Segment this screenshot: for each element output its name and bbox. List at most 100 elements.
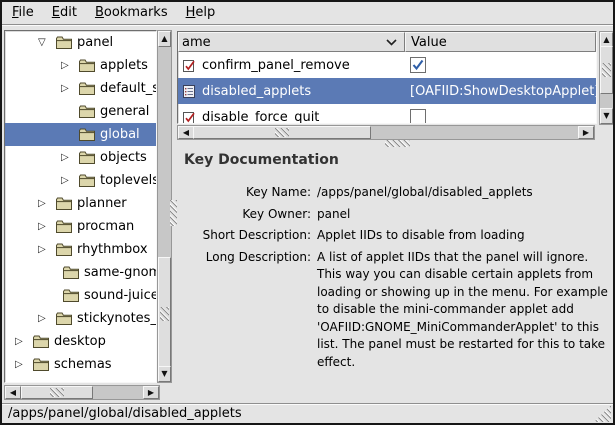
key-list-horizontal-scrollbar[interactable]: ◀ ▶	[177, 125, 595, 140]
expander-closed-icon[interactable]: ▷	[15, 360, 33, 370]
expander-closed-icon[interactable]: ▷	[61, 176, 79, 186]
tree-item-objects[interactable]: ▷ objects	[5, 146, 156, 169]
expander-closed-icon[interactable]: ▷	[15, 337, 33, 347]
folder-icon	[79, 82, 95, 95]
scroll-up-button[interactable]: ▲	[158, 31, 171, 47]
tree-item-global-selected[interactable]: global	[5, 123, 156, 146]
tree-item-default-setup[interactable]: ▷ default_se	[5, 77, 156, 100]
scrollbar-thumb[interactable]	[193, 126, 371, 139]
folder-icon	[56, 243, 72, 256]
expander-open-icon[interactable]: ▽	[38, 38, 56, 48]
key-name: confirm_panel_remove	[202, 58, 350, 73]
key-list-header: ame Value	[178, 32, 596, 52]
scroll-left-button[interactable]: ◀	[178, 126, 194, 139]
folder-icon	[79, 174, 95, 187]
column-header-name[interactable]: ame	[178, 32, 405, 52]
thumb-grip	[160, 307, 169, 321]
doc-field-long-description: Long Description: A list of applet IIDs …	[177, 249, 613, 372]
menu-bar: File Edit Bookmarks Help	[2, 2, 613, 25]
key-documentation-fields: Key Name: /apps/panel/global/disabled_ap…	[177, 184, 613, 375]
key-list: ame Value confirm_panel_remove	[177, 31, 597, 124]
key-name: disabled_applets	[202, 84, 311, 99]
key-row-disable-force-quit[interactable]: disable_force_quit	[178, 104, 596, 124]
tree-item-planner[interactable]: ▷ planner	[5, 192, 156, 215]
scrollbar-thumb[interactable]	[21, 386, 93, 399]
expander-closed-icon[interactable]: ▷	[38, 314, 56, 324]
sort-descending-icon	[386, 39, 397, 46]
arrow-left-icon: ◀	[183, 129, 189, 137]
arrow-right-icon: ▶	[583, 129, 589, 137]
tree-item-sound-juicer[interactable]: sound-juicer	[5, 284, 156, 307]
folder-icon	[33, 358, 49, 371]
arrow-up-icon: ▲	[603, 36, 609, 44]
tree-item-panel[interactable]: ▽ panel	[5, 31, 156, 54]
menu-bookmarks[interactable]: Bookmarks	[86, 3, 177, 23]
arrow-down-icon: ▼	[161, 370, 167, 378]
scroll-right-button[interactable]: ▶	[143, 386, 159, 399]
expander-closed-icon[interactable]: ▷	[38, 199, 56, 209]
folder-icon	[79, 105, 95, 118]
field-label: Key Name:	[177, 184, 311, 202]
tree-item-schemas[interactable]: ▷ schemas	[5, 353, 156, 376]
menu-file[interactable]: File	[3, 3, 43, 23]
tree-item-rhythmbox[interactable]: ▷ rhythmbox	[5, 238, 156, 261]
field-label: Long Description:	[177, 249, 311, 372]
vertical-pane-handle[interactable]	[170, 200, 177, 226]
folder-icon	[56, 197, 72, 210]
gconf-editor-window: File Edit Bookmarks Help ▽ panel ▷ apple…	[0, 0, 615, 425]
field-value: Applet IIDs to disable from loading	[317, 227, 611, 245]
field-label: Key Owner:	[177, 206, 311, 224]
tree-item-label: planner	[77, 196, 127, 211]
folder-icon	[63, 266, 79, 279]
expander-closed-icon[interactable]: ▷	[61, 84, 79, 94]
tree-horizontal-scrollbar[interactable]: ◀ ▶	[4, 385, 160, 400]
scroll-right-button[interactable]: ▶	[578, 126, 594, 139]
field-label: Short Description:	[177, 227, 311, 245]
tree-item-same-gnome[interactable]: same-gnome	[5, 261, 156, 284]
folder-icon	[79, 151, 95, 164]
scroll-down-button[interactable]: ▼	[600, 108, 613, 124]
key-list-vertical-scrollbar[interactable]: ▲ ▼	[599, 31, 614, 125]
column-header-value[interactable]: Value	[405, 32, 596, 52]
field-value: panel	[317, 206, 611, 224]
key-row-confirm-panel-remove[interactable]: confirm_panel_remove	[178, 52, 596, 78]
arrow-right-icon: ▶	[148, 389, 154, 397]
status-bar-path: /apps/panel/global/disabled_applets	[8, 406, 242, 421]
checkbox-checked[interactable]	[410, 57, 426, 73]
expander-closed-icon[interactable]: ▷	[61, 153, 79, 163]
tree-item-general[interactable]: general	[5, 100, 156, 123]
scrollbar-thumb[interactable]	[158, 257, 171, 371]
field-value: /apps/panel/global/disabled_applets	[317, 184, 611, 202]
tree-item-stickynotes[interactable]: ▷ stickynotes_	[5, 307, 156, 330]
scroll-left-button[interactable]: ◀	[5, 386, 21, 399]
arrow-up-icon: ▲	[161, 35, 167, 43]
tree-item-applets[interactable]: ▷ applets	[5, 54, 156, 77]
menu-help[interactable]: Help	[177, 3, 225, 23]
tree-item-label: objects	[100, 150, 147, 165]
menu-edit[interactable]: Edit	[43, 3, 86, 23]
tree-item-toplevels[interactable]: ▷ toplevels	[5, 169, 156, 192]
tree-item-label: stickynotes_	[77, 311, 157, 326]
scrollbar-thumb[interactable]	[600, 46, 613, 94]
key-name: disable_force_quit	[202, 110, 319, 125]
key-value: [OAFIID:ShowDesktopApplet]	[410, 84, 596, 99]
expander-closed-icon[interactable]: ▷	[38, 222, 56, 232]
scroll-down-button[interactable]: ▼	[158, 366, 171, 382]
arrow-left-icon: ◀	[10, 389, 16, 397]
boolean-key-icon	[182, 110, 196, 125]
window-resize-grip[interactable]	[594, 405, 611, 422]
checkbox-unchecked[interactable]	[410, 109, 426, 124]
tree-item-desktop[interactable]: ▷ desktop	[5, 330, 156, 353]
folder-icon	[63, 289, 79, 302]
horizontal-pane-handle[interactable]	[385, 140, 410, 147]
folder-icon	[33, 335, 49, 348]
expander-closed-icon[interactable]: ▷	[38, 245, 56, 255]
list-key-icon	[182, 84, 196, 99]
expander-closed-icon[interactable]: ▷	[61, 61, 79, 71]
tree-item-label: rhythmbox	[77, 242, 148, 257]
doc-field-key-name: Key Name: /apps/panel/global/disabled_ap…	[177, 184, 613, 202]
key-row-disabled-applets-selected[interactable]: disabled_applets [OAFIID:ShowDesktopAppl…	[178, 78, 596, 104]
tree-item-label: same-gnome	[84, 265, 157, 280]
tree-item-label: general	[100, 104, 149, 119]
tree-item-procman[interactable]: ▷ procman	[5, 215, 156, 238]
